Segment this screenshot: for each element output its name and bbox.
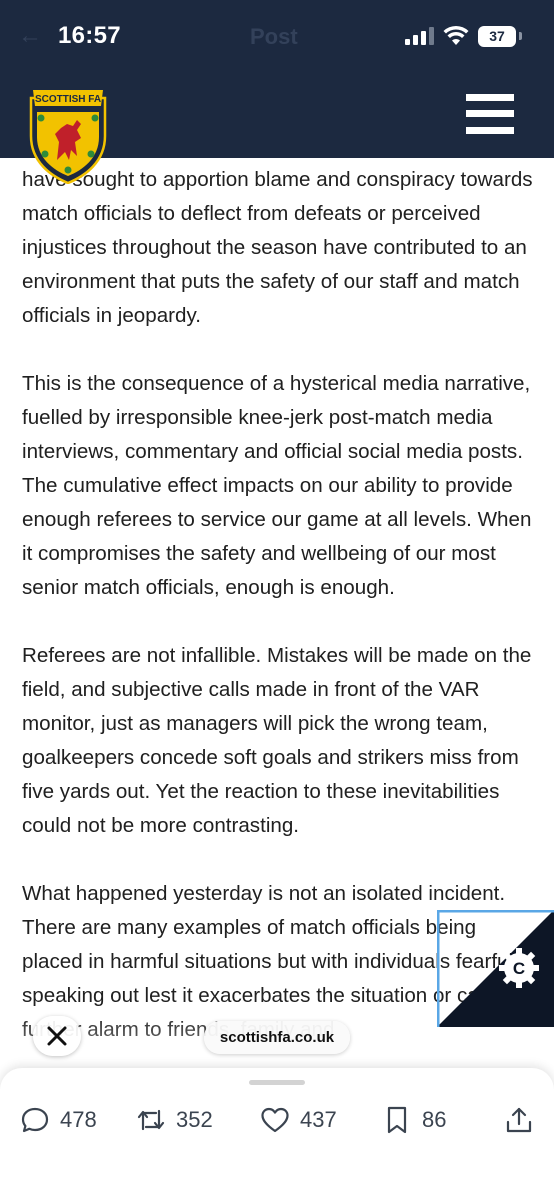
bookmark-button[interactable]: 86 — [382, 1104, 446, 1136]
wifi-icon — [443, 25, 469, 45]
hamburger-menu-icon[interactable] — [466, 94, 514, 134]
battery-tip — [519, 32, 522, 40]
bookmark-count: 86 — [422, 1107, 447, 1132]
status-time: 16:57 — [58, 22, 121, 49]
svg-text:C: C — [513, 959, 525, 978]
share-icon — [506, 1107, 532, 1133]
post-action-bar: 478 352 437 86 — [0, 1068, 554, 1199]
repost-count: 352 — [176, 1107, 213, 1132]
cookie-settings-icon[interactable]: C — [437, 910, 554, 1027]
like-button[interactable]: 437 — [260, 1104, 337, 1136]
like-count: 437 — [300, 1107, 337, 1132]
bookmark-icon — [387, 1106, 407, 1134]
scottish-fa-crest-logo[interactable]: SCOTTISH FA — [25, 84, 111, 184]
share-button[interactable] — [504, 1104, 534, 1136]
reply-count: 478 — [60, 1107, 97, 1132]
close-button[interactable] — [33, 1016, 81, 1056]
close-icon — [47, 1026, 67, 1046]
status-bar: ← 16:57 Post 37 — [0, 0, 554, 66]
repost-button[interactable]: 352 — [136, 1104, 213, 1136]
article-paragraph-3: Referees are not infallible. Mistakes wi… — [22, 644, 532, 837]
url-pill[interactable]: scottishfa.co.uk — [204, 1021, 350, 1054]
battery-icon: 37 — [478, 26, 516, 47]
post-title: Post — [250, 24, 298, 49]
back-arrow-icon: ← — [18, 22, 42, 49]
repost-icon — [137, 1109, 165, 1131]
logo-text: SCOTTISH FA — [35, 94, 101, 105]
reply-icon — [21, 1107, 49, 1133]
signal-icon — [405, 27, 434, 45]
article-paragraph-1: have sought to apportion blame and consp… — [22, 168, 533, 327]
sheet-grabber[interactable] — [249, 1080, 305, 1085]
like-icon — [261, 1107, 289, 1133]
article-paragraph-2: This is the consequence of a hysterical … — [22, 372, 532, 599]
reply-button[interactable]: 478 — [20, 1104, 97, 1136]
